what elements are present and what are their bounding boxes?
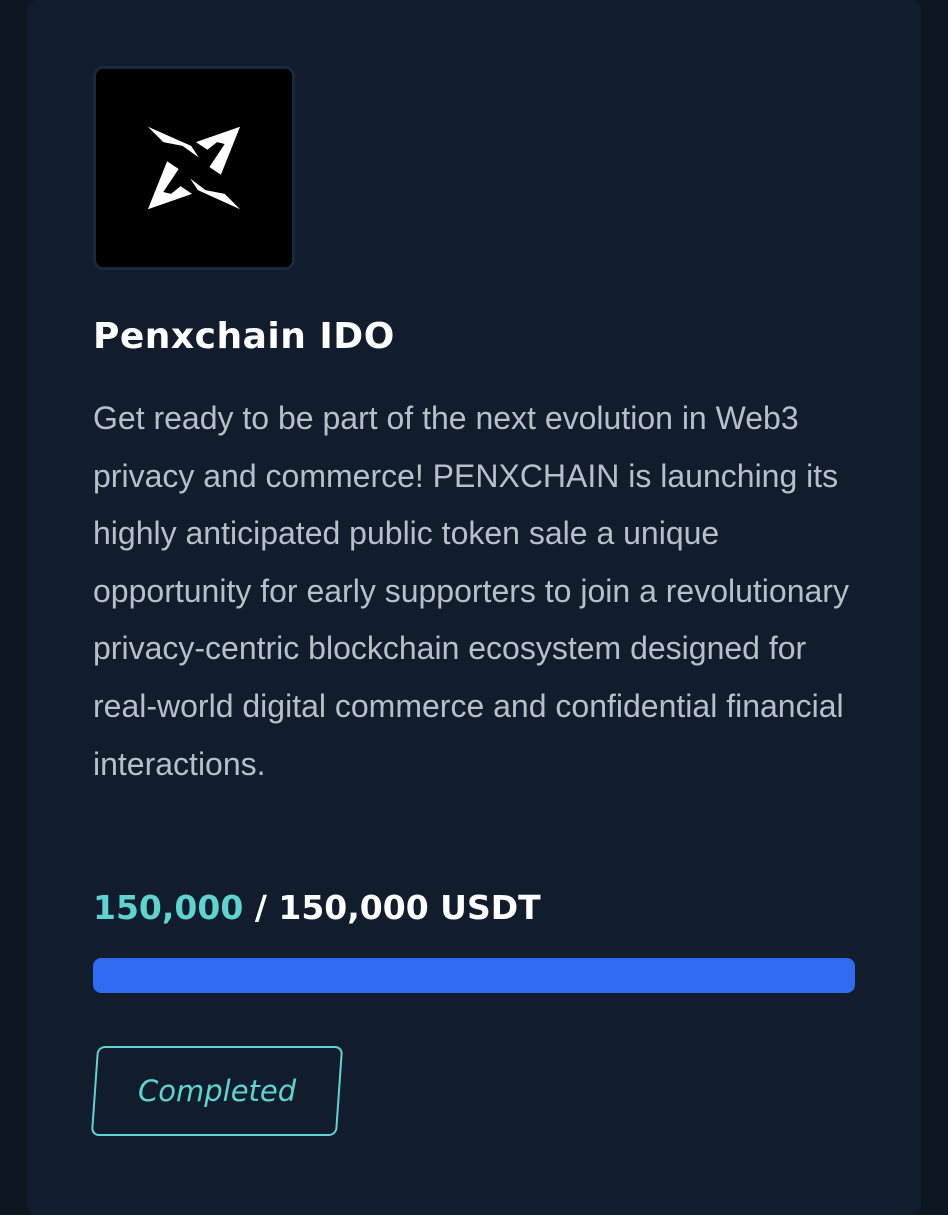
penxchain-logo-icon	[147, 126, 241, 210]
goal-amount: 150,000 USDT	[278, 888, 541, 927]
progress-bar	[93, 958, 855, 993]
raise-amount: 150,000 / 150,000 USDT	[93, 888, 541, 927]
progress-bar-fill	[93, 958, 855, 993]
raise-separator: /	[254, 888, 267, 927]
ido-card: Penxchain IDO Get ready to be part of th…	[27, 0, 921, 1215]
project-title: Penxchain IDO	[93, 316, 395, 357]
completed-status-button[interactable]: Completed	[90, 1046, 344, 1136]
project-description: Get ready to be part of the next evoluti…	[93, 400, 849, 782]
project-logo	[93, 66, 295, 270]
raised-amount: 150,000	[93, 888, 244, 927]
status-label: Completed	[137, 1074, 297, 1108]
